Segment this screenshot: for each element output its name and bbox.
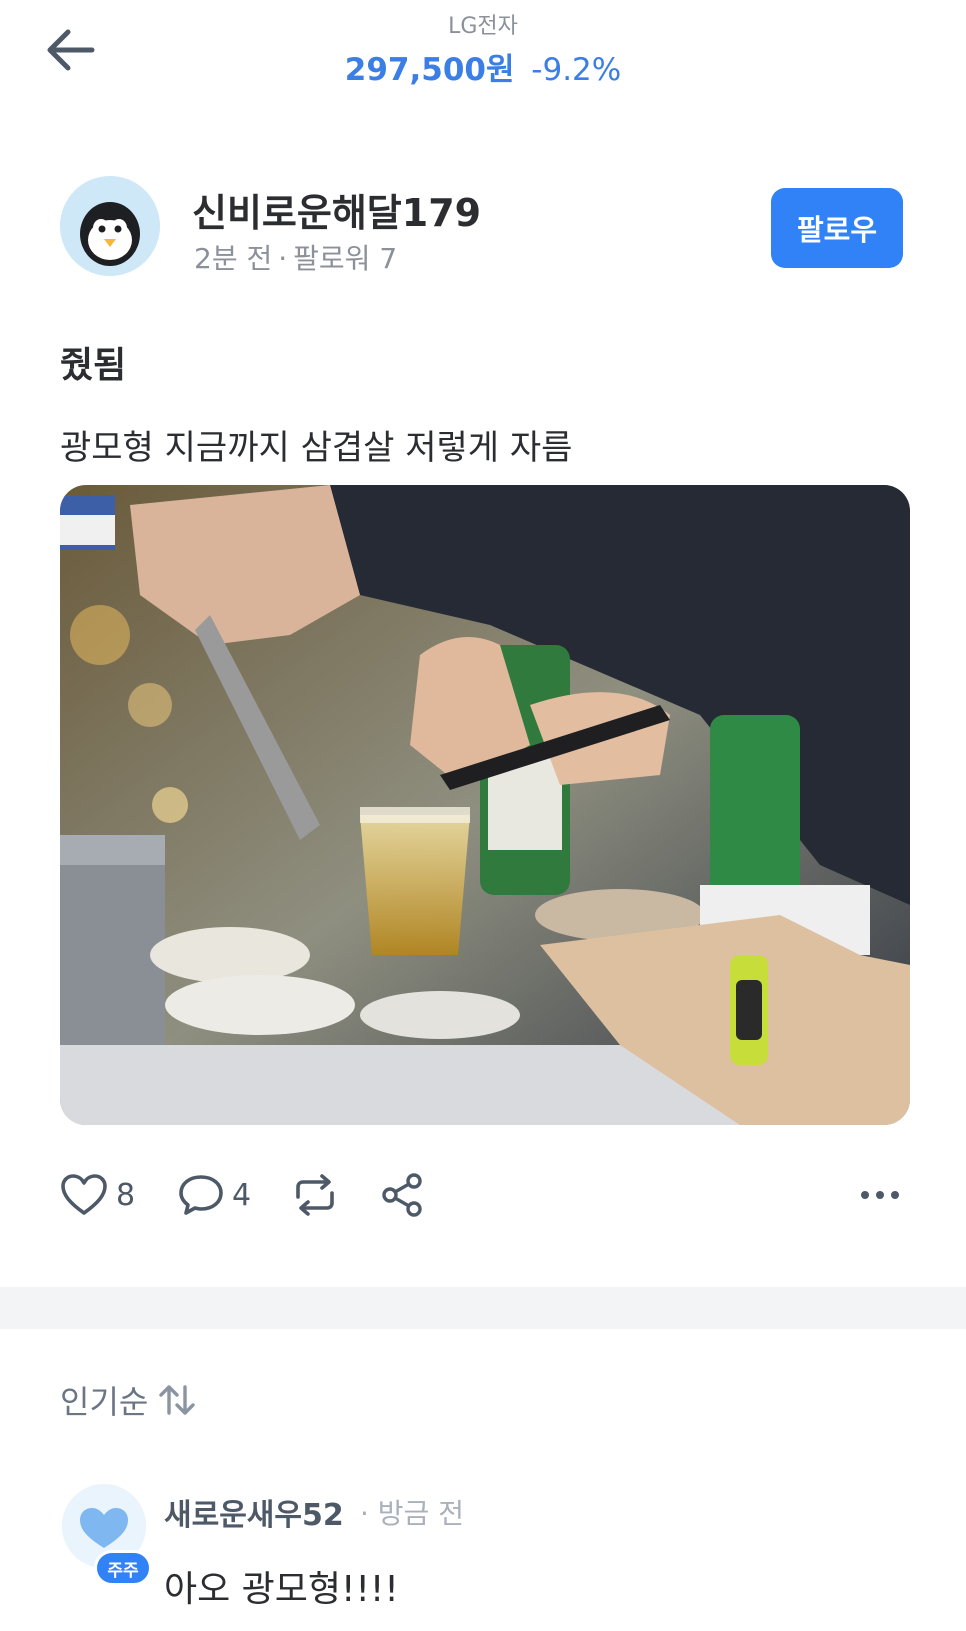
repost-icon bbox=[296, 1174, 334, 1216]
follower-count: 팔로워 7 bbox=[293, 242, 398, 275]
stock-price: 297,500원 bbox=[344, 52, 515, 88]
follow-button[interactable]: 팔로우 bbox=[771, 188, 903, 268]
share-icon bbox=[382, 1173, 422, 1217]
author-meta: 2분 전 · 팔로워 7 bbox=[194, 237, 397, 277]
post-photo[interactable] bbox=[60, 485, 910, 1125]
comment-button[interactable]: 4 bbox=[178, 1165, 251, 1225]
author-avatar[interactable] bbox=[60, 176, 160, 276]
like-count: 8 bbox=[116, 1177, 136, 1213]
more-button[interactable] bbox=[850, 1165, 910, 1225]
comment-bubble-icon bbox=[179, 1175, 223, 1215]
post-time: 2분 전 bbox=[194, 242, 273, 275]
stock-change: -9.2% bbox=[531, 52, 622, 88]
post-body: 광모형 지금까지 삼겹살 저렇게 자름 bbox=[60, 428, 573, 468]
comment-text: 아오 광모형!!!! bbox=[164, 1569, 399, 1610]
top-header: LG전자 297,500원 -9.2% bbox=[0, 0, 966, 110]
shareholder-badge: 주주 bbox=[94, 1550, 152, 1586]
comment-sort-toggle[interactable]: 인기순 bbox=[60, 1375, 196, 1425]
comment-count: 4 bbox=[232, 1177, 252, 1213]
meta-separator: · bbox=[278, 242, 288, 275]
like-button[interactable]: 8 bbox=[60, 1165, 135, 1225]
stock-price-row[interactable]: 297,500원 -9.2% bbox=[0, 44, 966, 89]
section-divider bbox=[0, 1287, 966, 1329]
penguin-avatar-icon bbox=[60, 176, 160, 276]
photo-image bbox=[60, 485, 910, 1125]
stock-name[interactable]: LG전자 bbox=[0, 8, 966, 40]
author-row: 신비로운해달179 2분 전 · 팔로워 7 팔로우 bbox=[60, 176, 910, 276]
sort-label: 인기순 bbox=[60, 1383, 149, 1421]
comment-time: · 방금 전 bbox=[360, 1497, 464, 1530]
sort-arrows-icon bbox=[159, 1385, 196, 1415]
heart-icon bbox=[61, 1174, 107, 1215]
post-title: 줬됨 bbox=[60, 345, 127, 386]
author-name[interactable]: 신비로운해달179 bbox=[192, 182, 481, 237]
repost-button[interactable] bbox=[290, 1165, 340, 1225]
post-actions: 8 4 bbox=[60, 1165, 910, 1225]
commenter-name[interactable]: 새로운새우52 bbox=[164, 1490, 344, 1534]
comment-item: 주주 새로운새우52 · 방금 전 아오 광모형!!!! bbox=[60, 1480, 910, 1620]
more-dots-icon bbox=[861, 1191, 899, 1199]
share-button[interactable] bbox=[380, 1165, 424, 1225]
